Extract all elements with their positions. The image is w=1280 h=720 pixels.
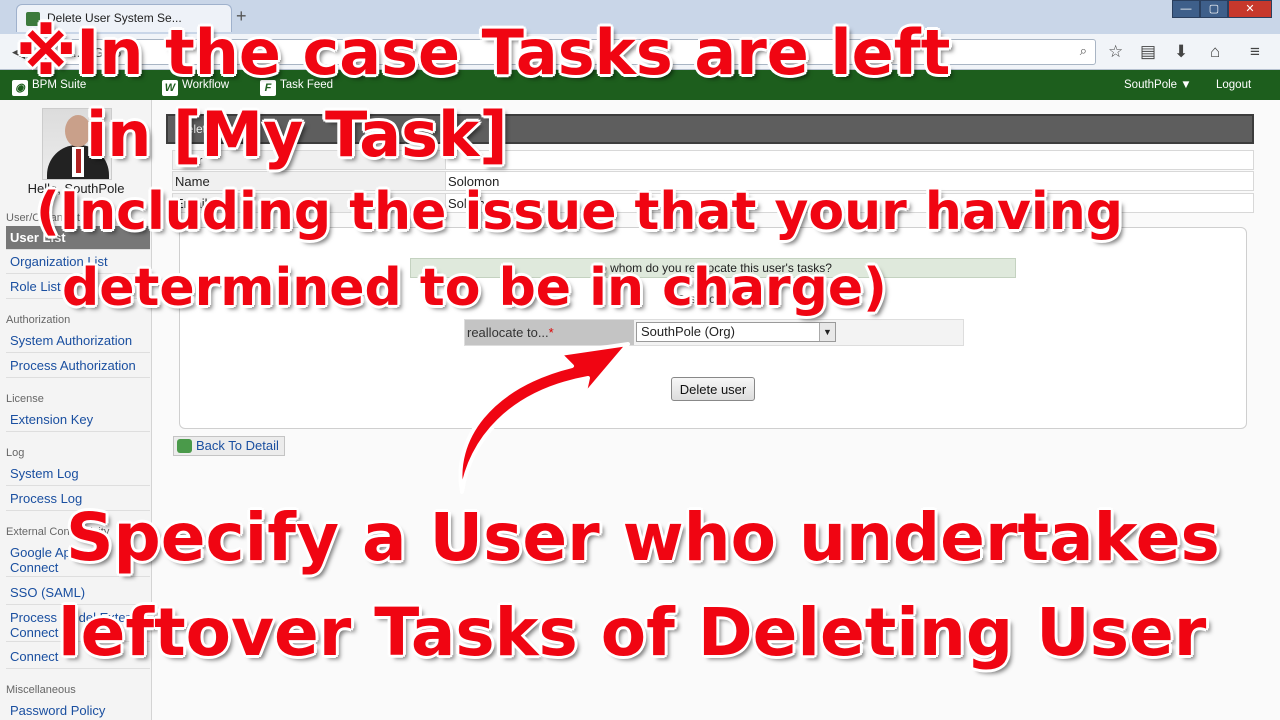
page-title: Delete User xyxy=(166,114,1254,144)
back-arrow-icon xyxy=(177,439,192,453)
info-key: Name xyxy=(175,174,210,189)
chevron-down-icon[interactable]: ▼ xyxy=(819,323,835,341)
sidebar-item-google-apps[interactable]: Google Apps Connect xyxy=(6,541,150,577)
task-feed-label: Task Feed xyxy=(280,79,334,91)
close-window-button[interactable]: ✕ xyxy=(1228,0,1272,18)
avatar xyxy=(42,108,112,180)
reallocate-label-text: reallocate to... xyxy=(467,325,549,340)
info-value: Solomon xyxy=(445,172,1253,190)
sidebar-item-process-log[interactable]: Process Log xyxy=(6,487,150,511)
minimize-button[interactable]: — xyxy=(1172,0,1200,18)
workflow-link[interactable]: W Workflow xyxy=(162,79,229,96)
info-value: Solomon@... xyxy=(445,194,1253,212)
process-model-ext-label-2: Connect xyxy=(10,625,59,640)
user-menu[interactable]: SouthPole ▼ xyxy=(1124,79,1192,91)
tab-title: Delete User System Se... xyxy=(47,11,182,25)
url-bar[interactable]: ...UG...5 ⌕ xyxy=(40,39,1096,65)
sidebar-item-organization-list[interactable]: Organization List xyxy=(6,250,150,274)
bookmark-star-icon[interactable]: ☆ xyxy=(1108,42,1123,62)
info-row-user: User xyxy=(172,150,1254,170)
process-model-ext-label: Process Model External xyxy=(10,610,148,625)
required-mark: * xyxy=(548,325,554,340)
sidebar-item-system-log[interactable]: System Log xyxy=(6,462,150,486)
new-tab-button[interactable]: + xyxy=(236,6,247,27)
back-to-detail-button[interactable]: Back To Detail xyxy=(173,436,285,456)
sidebar-item-system-authorization[interactable]: System Authorization xyxy=(6,329,150,353)
sidebar-item-role-list[interactable]: Role List xyxy=(6,275,150,299)
reallocate-select-value: SouthPole (Org) xyxy=(641,324,735,339)
logo-text: BPM Suite xyxy=(32,79,87,91)
maximize-button[interactable]: ▢ xyxy=(1200,0,1228,18)
task-feed-link[interactable]: F Task Feed xyxy=(260,79,333,96)
info-key: Email xyxy=(175,196,208,211)
browser-navbar: ◀ ...UG...5 ⌕ ☆ ▤ ⬇ ⌂ ≡ xyxy=(0,34,1280,70)
task-feed-icon: F xyxy=(260,80,276,96)
info-row-email: Email Solomon@... xyxy=(172,193,1254,213)
favicon-icon xyxy=(26,12,40,26)
google-apps-label-2: Connect xyxy=(10,560,59,575)
menu-icon[interactable]: ≡ xyxy=(1250,42,1260,62)
browser-tab[interactable]: Delete User System Se... xyxy=(16,4,232,32)
workflow-icon: W xyxy=(162,80,178,96)
back-icon[interactable]: ◀ xyxy=(12,42,25,62)
browser-tabbar: Delete User System Se... + — ▢ ✕ xyxy=(0,0,1280,34)
main-content: Delete User User Name Solomon Email Solo… xyxy=(152,100,1280,720)
download-icon[interactable]: ⬇ xyxy=(1174,42,1188,62)
back-to-detail-label: Back To Detail xyxy=(196,438,279,453)
logout-link[interactable]: Logout xyxy=(1216,79,1251,91)
home-icon[interactable]: ⌂ xyxy=(1210,42,1220,62)
sidebar: Hello, SouthPole User/Organization User … xyxy=(0,100,152,720)
app-header: ◉ BPM Suite W Workflow F Task Feed SouthPol… xyxy=(0,70,1280,100)
reallocate-question: To whom do you reallocate this user's ta… xyxy=(410,258,1016,278)
radio-option[interactable]: ◉ specify xyxy=(676,292,727,306)
app-logo[interactable]: ◉ BPM Suite xyxy=(12,79,86,96)
section-user-org: User/Organization xyxy=(6,212,95,224)
google-apps-label: Google Apps xyxy=(10,545,85,560)
sidebar-item-user-list[interactable]: User List xyxy=(6,226,150,250)
radio-label: specify xyxy=(689,292,728,306)
greeting: Hello, SouthPole xyxy=(27,181,125,196)
section-authorization: Authorization xyxy=(6,314,71,326)
info-key: User xyxy=(175,153,203,168)
workflow-label: Workflow xyxy=(182,79,230,91)
search-icon[interactable]: ⌕ xyxy=(1080,43,1087,59)
info-row-name: Name Solomon xyxy=(172,171,1254,191)
reallocate-row: reallocate to...* SouthPole (Org) ▼ xyxy=(464,319,964,346)
section-external: External Connectivity xyxy=(6,526,110,538)
info-value xyxy=(445,151,1253,169)
window-controls: — ▢ ✕ xyxy=(1172,0,1272,18)
sidebar-item-extension-key[interactable]: Extension Key xyxy=(6,408,150,432)
sidebar-item-process-model-external[interactable]: Process Model External Connect xyxy=(6,606,150,642)
sidebar-item-password-policy[interactable]: Password Policy xyxy=(6,699,150,720)
section-log: Log xyxy=(6,447,25,459)
reallocate-select[interactable]: SouthPole (Org) ▼ xyxy=(636,322,836,342)
reallocate-label: reallocate to...* xyxy=(465,320,634,345)
radio-icon[interactable]: ◉ xyxy=(676,292,686,306)
reallocate-panel: To whom do you reallocate this user's ta… xyxy=(179,227,1247,429)
sidebar-item-sso[interactable]: SSO (SAML) xyxy=(6,581,150,605)
logo-icon: ◉ xyxy=(12,80,28,96)
sidebar-item-connect[interactable]: Connect xyxy=(6,645,150,669)
section-license: License xyxy=(6,393,44,405)
sidebar-item-process-authorization[interactable]: Process Authorization xyxy=(6,354,150,378)
delete-user-button[interactable]: Delete user xyxy=(671,377,755,401)
section-misc: Miscellaneous xyxy=(6,684,76,696)
url-text: ...UG...5 xyxy=(73,45,122,60)
library-icon[interactable]: ▤ xyxy=(1140,42,1156,62)
